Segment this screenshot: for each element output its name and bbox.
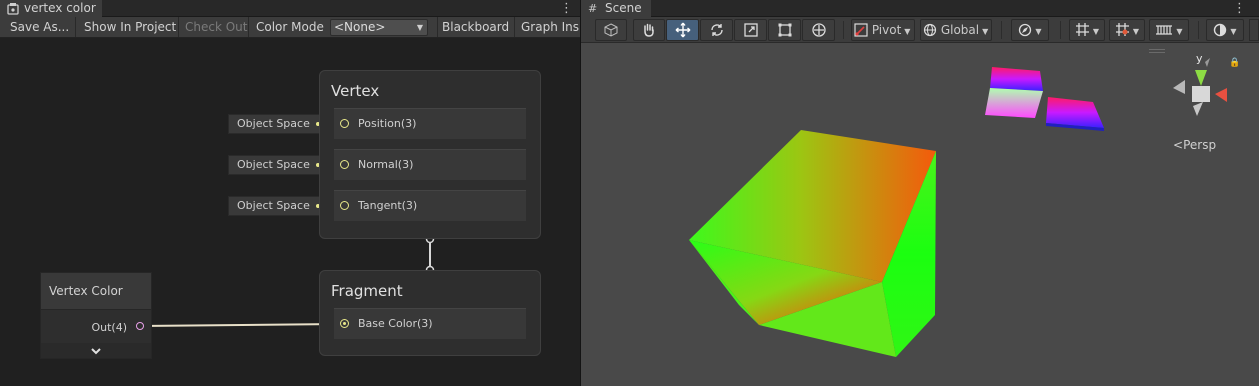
cube-view-button[interactable] — [595, 19, 627, 41]
space-label: Object Space — [237, 117, 310, 130]
grid-snap-button[interactable]: ▼ — [1069, 19, 1105, 41]
chevron-left-icon: < — [1173, 138, 1184, 152]
input-port-icon[interactable] — [340, 201, 349, 210]
input-port-icon[interactable] — [340, 160, 349, 169]
slot-position[interactable]: Position(3) — [334, 108, 526, 139]
axis-y-label: y — [1196, 52, 1203, 65]
move-tool-button[interactable] — [666, 19, 699, 41]
transform-icon — [811, 23, 826, 37]
toolbar-overflow[interactable] — [1249, 19, 1259, 41]
neg-x-cone — [1173, 80, 1185, 94]
move-icon — [675, 22, 690, 38]
draw-mode-dropdown[interactable]: ▼ — [1206, 19, 1244, 41]
globe-icon — [923, 23, 937, 37]
rect-transform-icon — [778, 23, 791, 37]
chevron-down-icon — [91, 348, 101, 355]
cube-icon — [604, 23, 618, 37]
grid-icon — [1075, 23, 1089, 36]
transform-tool-button[interactable] — [802, 19, 835, 41]
vertex-color-node[interactable]: Vertex Color Out(4) — [40, 272, 152, 359]
normal-space-input[interactable]: Object Space — [228, 155, 329, 175]
node-outputs: Out(4) — [41, 310, 151, 343]
overlay-drag-handle-icon[interactable] — [1149, 49, 1165, 53]
grid-visibility-dropdown[interactable]: ▼ — [1149, 19, 1189, 41]
node-title: Vertex — [331, 82, 380, 100]
compass-icon — [1019, 23, 1032, 37]
position-space-input[interactable]: Object Space — [228, 114, 329, 134]
rotate-icon — [710, 24, 723, 36]
scale-icon — [743, 23, 758, 37]
collapse-toggle[interactable] — [41, 343, 151, 358]
slot-label: Normal(3) — [358, 158, 414, 171]
scale-tool-button[interactable] — [734, 19, 767, 41]
toolbar-separator — [1001, 21, 1002, 39]
rect-tool-button[interactable] — [768, 19, 801, 41]
output-port-icon[interactable] — [136, 322, 144, 330]
plane-top — [990, 67, 1043, 91]
z-axis-cone — [1193, 102, 1203, 116]
snap-grid-icon — [1115, 23, 1129, 36]
toolbar-separator — [843, 21, 844, 39]
chevron-down-icon: ▼ — [982, 27, 989, 36]
lock-icon[interactable]: 🔒 — [1229, 58, 1240, 68]
grid-icon: # — [588, 2, 598, 15]
wire-vertex-color-out — [139, 323, 341, 327]
chevron-down-icon: ▼ — [904, 27, 911, 36]
more-options-icon[interactable]: ⋮ — [1233, 0, 1246, 17]
chevron-down-icon: ▼ — [1132, 27, 1140, 36]
slot-normal[interactable]: Normal(3) — [334, 149, 526, 180]
tab-scene[interactable]: # Scene — [581, 0, 651, 17]
fragment-master-node[interactable]: Fragment Base Color(3) — [319, 270, 541, 356]
ruler-icon — [1156, 25, 1173, 35]
input-port-icon[interactable] — [340, 119, 349, 128]
chevron-down-icon: ▼ — [1230, 27, 1237, 36]
scene-window: # Scene ⋮ Pivot ▼ Global ▼ ▼ ▼ ▼ ▼ ▼ y 🔒… — [581, 0, 1259, 386]
slot-tangent[interactable]: Tangent(3) — [334, 190, 526, 221]
chevron-down-icon: ▼ — [1092, 27, 1100, 36]
increment-snap-button[interactable]: ▼ — [1109, 19, 1145, 41]
chevron-down-icon: ▼ — [1035, 27, 1042, 36]
tab-label: Scene — [605, 1, 642, 15]
slot-label: Base Color(3) — [358, 317, 433, 330]
input-port-icon[interactable] — [340, 319, 349, 328]
hand-tool-button[interactable] — [633, 19, 665, 41]
node-title: Vertex Color — [41, 273, 151, 310]
toolbar-separator — [1198, 21, 1199, 39]
space-label: Object Space — [237, 199, 310, 212]
gizmo-center-cube — [1192, 86, 1210, 102]
slot-base-color[interactable]: Base Color(3) — [334, 308, 526, 339]
x-axis-cone — [1215, 88, 1227, 102]
shader-graph-window: vertex color ⋮ Save As... Show In Projec… — [0, 0, 580, 386]
output-label: Out(4) — [91, 321, 127, 334]
pivot-icon — [854, 23, 868, 37]
pivot-label: Pivot — [871, 23, 902, 37]
rotate-tool-button[interactable] — [700, 19, 733, 41]
projection-toggle[interactable]: <Persp — [1173, 138, 1216, 152]
pivot-dropdown[interactable]: Pivot ▼ — [851, 19, 915, 41]
y-axis-cone — [1195, 70, 1207, 86]
vertex-master-node[interactable]: Vertex Position(3) Normal(3) Tangent(3) — [319, 70, 541, 239]
snap-increment-dropdown[interactable]: ▼ — [1011, 19, 1049, 41]
scene-orientation-gizmo[interactable]: y 🔒 — [1167, 50, 1243, 130]
chevron-down-icon: ▼ — [1176, 27, 1183, 36]
tab-bar: # Scene ⋮ — [581, 0, 1259, 17]
toolbar-separator — [1060, 21, 1061, 39]
global-label: Global — [940, 23, 980, 37]
projection-label: Persp — [1183, 138, 1217, 152]
shading-mode-icon — [1214, 23, 1227, 37]
space-label: Object Space — [237, 158, 310, 171]
plane-right — [1046, 97, 1104, 128]
slot-label: Position(3) — [358, 117, 417, 130]
node-title: Fragment — [331, 282, 403, 300]
tangent-space-input[interactable]: Object Space — [228, 196, 329, 216]
hand-icon — [644, 23, 654, 37]
global-dropdown[interactable]: Global ▼ — [920, 19, 992, 41]
scene-viewport[interactable] — [581, 43, 1259, 386]
plane-left — [985, 88, 1043, 118]
slot-label: Tangent(3) — [358, 199, 418, 212]
